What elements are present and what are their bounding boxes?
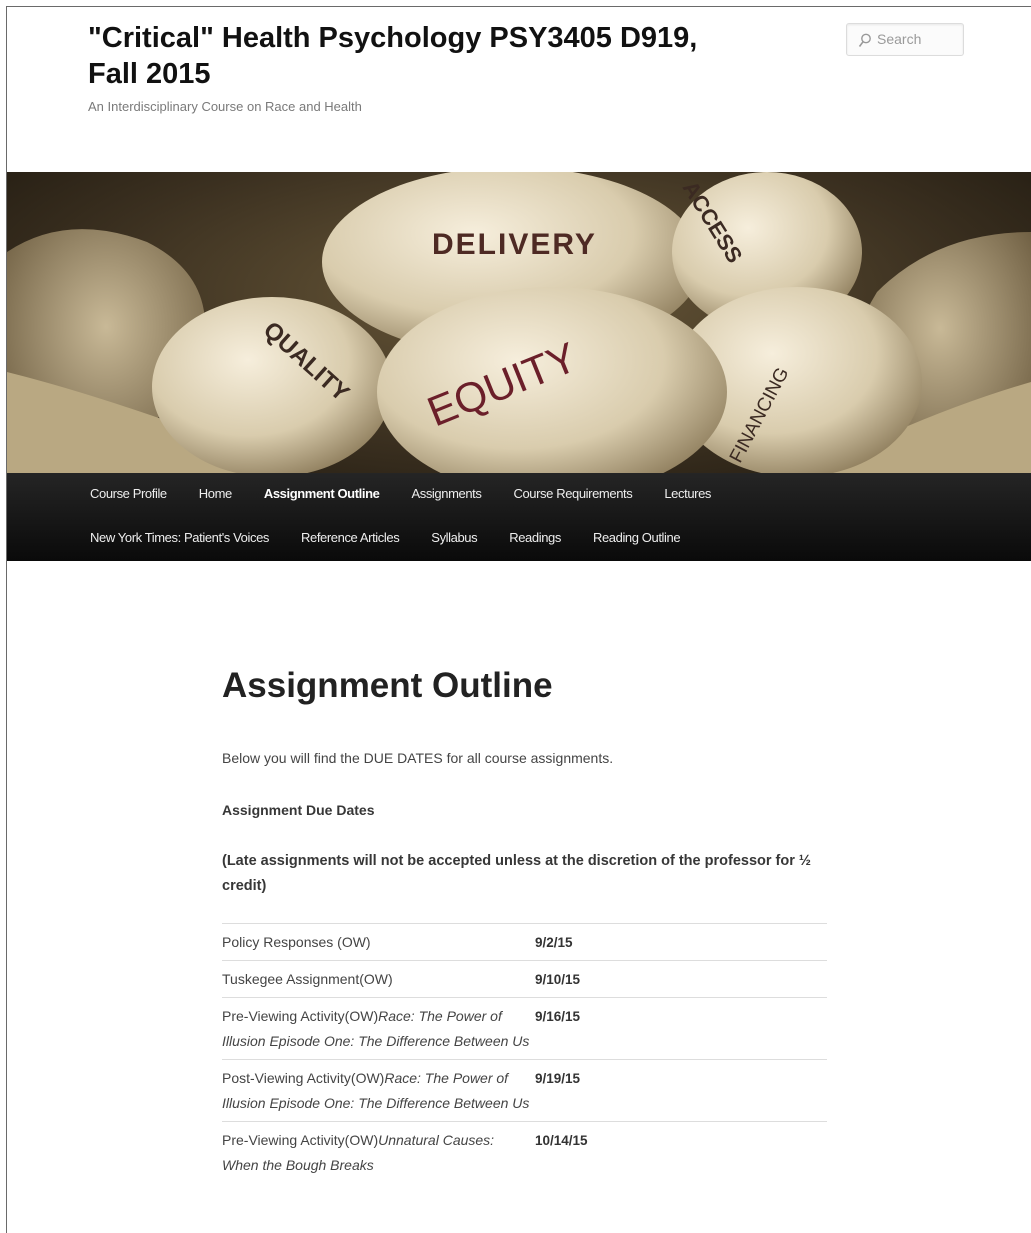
assignment-title: Policy Responses (OW)	[222, 934, 371, 950]
assignment-due-date: 10/14/15	[535, 1121, 827, 1183]
nav-item-new-york-times-patient-s-voices[interactable]: New York Times: Patient's Voices	[90, 528, 285, 550]
assignment-due-date: 9/16/15	[535, 997, 827, 1060]
nav-item-reference-articles[interactable]: Reference Articles	[285, 528, 415, 550]
assignments-table: Policy Responses (OW) 9/2/15 Tuskegee Assi…	[222, 923, 827, 1183]
intro-text: Below you will find the DUE DATES for al…	[222, 750, 614, 766]
nav-row-1: Course Profile Home Assignment Outline Assi…	[90, 484, 727, 506]
page-title: Assignment Outline	[222, 666, 553, 705]
assignment-due-date: 9/10/15	[535, 960, 827, 998]
nav-item-course-requirements[interactable]: Course Requirements	[497, 484, 648, 506]
search-icon	[858, 33, 871, 47]
assignment-name: Post-Viewing Activity(OW)Race: The Power…	[222, 1059, 535, 1122]
table-row: Policy Responses (OW) 9/2/15	[222, 923, 827, 961]
assignment-title: Pre-Viewing Activity(OW)	[222, 1132, 379, 1148]
nav-item-home[interactable]: Home	[183, 484, 248, 506]
banner-word-delivery: DELIVERY	[432, 228, 597, 261]
assignment-name: Pre-Viewing Activity(OW)Unnatural Causes…	[222, 1121, 535, 1183]
table-row: Tuskegee Assignment(OW) 9/10/15	[222, 960, 827, 998]
search-box[interactable]	[846, 23, 964, 56]
assignment-title: Pre-Viewing Activity(OW)	[222, 1008, 379, 1024]
assignment-title: Post-Viewing Activity(OW)	[222, 1070, 385, 1086]
assignment-name: Policy Responses (OW)	[222, 923, 535, 961]
assignment-name: Pre-Viewing Activity(OW)Race: The Power …	[222, 997, 535, 1060]
header-banner-image: DELIVERY ACCESS QUALITY EQUITY FINANCING	[7, 172, 1031, 473]
site-description: An Interdisciplinary Course on Race and …	[88, 99, 362, 114]
nav-item-syllabus[interactable]: Syllabus	[415, 528, 493, 550]
search-input[interactable]	[877, 31, 959, 47]
due-dates-heading: Assignment Due Dates	[222, 802, 375, 818]
nav-item-assignment-outline[interactable]: Assignment Outline	[248, 484, 396, 506]
table-row: Pre-Viewing Activity(OW)Race: The Power …	[222, 997, 827, 1060]
table-row: Pre-Viewing Activity(OW)Unnatural Causes…	[222, 1121, 827, 1183]
nav-item-reading-outline[interactable]: Reading Outline	[577, 528, 696, 550]
site-title[interactable]: "Critical" Health Psychology PSY3405 D91…	[88, 20, 748, 92]
nav-item-readings[interactable]: Readings	[493, 528, 577, 550]
nav-item-lectures[interactable]: Lectures	[648, 484, 727, 506]
assignment-due-date: 9/2/15	[535, 923, 827, 961]
main-content: Assignment Outline Below you will find t…	[222, 660, 827, 1183]
nav-row-2: New York Times: Patient's Voices Referenc…	[90, 528, 696, 550]
late-policy-note: (Late assignments will not be accepted u…	[222, 853, 811, 894]
main-navigation: Course Profile Home Assignment Outline Assi…	[7, 473, 1031, 561]
assignment-name: Tuskegee Assignment(OW)	[222, 960, 535, 998]
assignment-due-date: 9/19/15	[535, 1059, 827, 1122]
assignment-title: Tuskegee Assignment(OW)	[222, 971, 393, 987]
nav-item-course-profile[interactable]: Course Profile	[90, 484, 183, 506]
table-row: Post-Viewing Activity(OW)Race: The Power…	[222, 1059, 827, 1122]
nav-item-assignments[interactable]: Assignments	[395, 484, 497, 506]
